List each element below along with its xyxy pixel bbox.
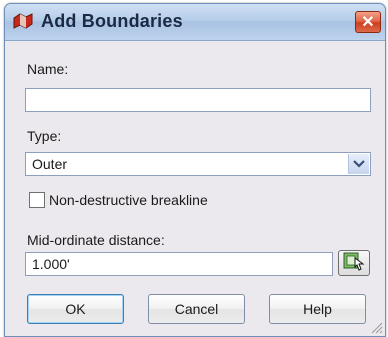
type-selected-value: Outer [32,156,68,172]
ok-button[interactable]: OK [27,294,124,324]
type-select[interactable]: Outer [25,152,371,176]
chevron-down-icon[interactable] [348,154,369,174]
mid-ordinate-label: Mid-ordinate distance: [27,232,165,248]
title-bar[interactable]: Add Boundaries ✕ [5,4,385,41]
add-boundaries-dialog: Add Boundaries ✕ Name: Type: Outer Non-d… [4,3,386,337]
breakline-label[interactable]: Non-destructive breakline [49,192,208,208]
close-icon: ✕ [361,14,375,31]
pick-from-drawing-button[interactable] [338,250,370,276]
mid-ordinate-input[interactable]: 1.000' [25,252,333,276]
dialog-title: Add Boundaries [41,11,183,31]
breakline-checkbox[interactable] [29,192,45,208]
pick-from-drawing-icon [343,251,365,276]
type-label: Type: [27,128,62,144]
name-input[interactable] [25,88,371,112]
boundary-app-icon [13,12,33,30]
resize-grip-icon[interactable] [369,320,383,334]
name-label: Name: [27,61,69,77]
cancel-button[interactable]: Cancel [148,294,245,324]
close-button[interactable]: ✕ [355,11,381,33]
help-button[interactable]: Help [269,294,366,324]
